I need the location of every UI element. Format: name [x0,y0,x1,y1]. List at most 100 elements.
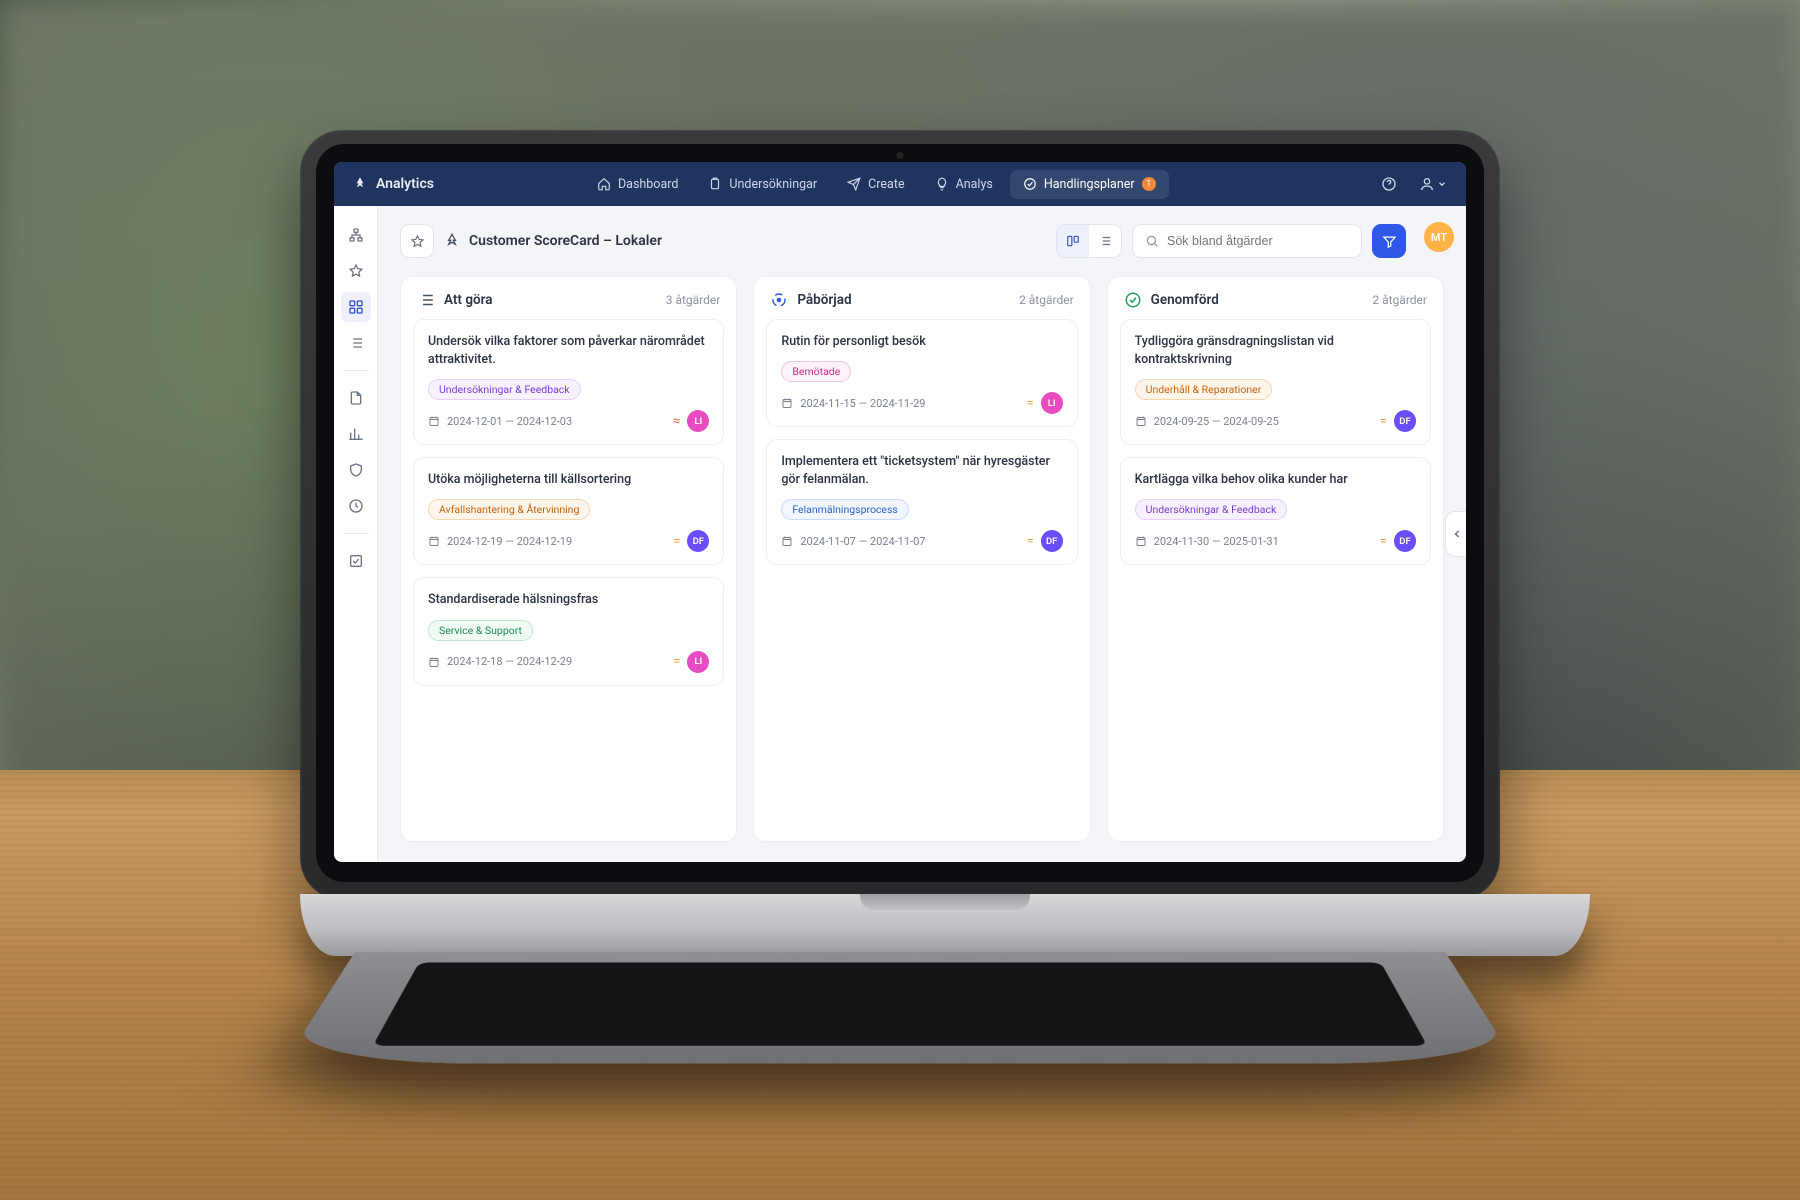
priority-icon: = [1380,415,1387,428]
account-menu[interactable] [1418,169,1448,199]
topbar-right [1374,169,1448,199]
card-tag: Avfallshantering & Återvinning [428,499,590,520]
search-input[interactable] [1167,234,1349,248]
board-column: Att göra3 åtgärderUndersök vilka faktore… [400,276,737,842]
task-card[interactable]: Implementera ett "ticketsystem" när hyre… [766,439,1077,565]
nav-badge: 1 [1142,177,1156,191]
column-count: 2 åtgärder [1019,293,1074,307]
view-toggle [1056,224,1122,258]
grid-icon [348,299,364,315]
task-card[interactable]: Standardiserade hälsningsfras Service & S… [413,577,724,685]
card-dates: 2024-11-30 — 2025-01-31 [1154,535,1279,548]
page-header: Customer ScoreCard – Lokaler [378,206,1466,270]
nav-label: Create [868,177,904,192]
priority-icon: ≈ [673,415,680,428]
rail-star[interactable] [341,256,371,286]
nav-label: Analys [956,177,993,192]
calendar-icon [1135,415,1147,427]
bar-chart-icon [348,426,364,442]
check-circle-icon [1023,177,1037,191]
priority-icon: = [1380,535,1387,548]
assignee-avatar: LI [687,651,709,673]
assignee-avatar: LI [1041,392,1063,414]
card-footer: 2024-11-30 — 2025-01-31 = DF [1135,530,1416,552]
nav-handlingsplaner[interactable]: Handlingsplaner 1 [1010,170,1169,199]
rail-org[interactable] [341,220,371,250]
rail-chart[interactable] [341,419,371,449]
rail-reports[interactable] [341,383,371,413]
card-footer: 2024-12-01 — 2024-12-03≈LI [428,410,709,432]
assignee-avatar: DF [687,530,709,552]
rail-list[interactable] [341,328,371,358]
checkbox-icon [348,553,364,569]
board-column: Genomförd2 åtgärderTydliggöra gränsdragn… [1107,276,1444,842]
task-card[interactable]: Rutin för personligt besökBemötade2024-1… [766,319,1077,427]
clipboard-icon [708,177,722,191]
rail-board[interactable] [341,292,371,322]
card-dates: 2024-11-15 — 2024-11-29 [800,397,925,410]
card-dates: 2024-09-25 — 2024-09-25 [1154,415,1279,428]
rail-clock[interactable] [341,491,371,521]
search-icon [1145,234,1159,248]
card-title: Implementera ett "ticketsystem" när hyre… [781,453,1062,489]
card-footer: 2024-11-15 — 2024-11-29=LI [781,392,1062,414]
view-board-button[interactable] [1057,225,1089,257]
avatar[interactable]: MT [1424,222,1454,252]
help-button[interactable] [1374,169,1404,199]
card-tag: Service & Support [428,620,533,641]
nav-analys[interactable]: Analys [922,170,1006,199]
column-header: Att göra3 åtgärder [401,277,736,319]
task-card[interactable]: Utöka möjligheterna till källsorteringAv… [413,457,724,565]
calendar-icon [1135,535,1147,547]
card-list: Rutin för personligt besökBemötade2024-1… [754,319,1089,579]
header-toolbar [1056,224,1444,258]
calendar-icon [428,415,440,427]
column-header: Påbörjad2 åtgärder [754,277,1089,319]
list-icon [348,335,364,351]
assignee-avatar: DF [1394,410,1416,432]
filter-icon [1382,234,1397,249]
progress-icon [770,291,788,309]
bulb-icon [935,177,949,191]
nav-label: Dashboard [618,177,678,192]
priority-icon: = [1027,535,1034,548]
help-icon [1381,176,1397,192]
search-box[interactable] [1132,224,1362,258]
document-icon [348,390,364,406]
sidebar [334,206,378,862]
view-list-button[interactable] [1089,225,1121,257]
assignee-avatar: DF [1041,530,1063,552]
calendar-icon [428,656,440,668]
task-card[interactable]: Undersök vilka faktorer som påverkar när… [413,319,724,445]
assignee-avatar: DF [1394,530,1416,552]
collapse-right-button[interactable] [1445,511,1466,557]
card-dates: 2024-12-01 — 2024-12-03 [447,415,572,428]
card-title: Rutin för personligt besök [781,333,1062,351]
done-icon [1124,291,1142,309]
home-icon [597,177,611,191]
column-count: 2 åtgärder [1372,293,1427,307]
filter-button[interactable] [1372,224,1406,258]
card-tag: Undersökningar & Feedback [428,379,581,400]
card-list: Tydliggöra gränsdragningslistan vid kont… [1108,319,1443,579]
board: Att göra3 åtgärderUndersök vilka faktore… [378,270,1466,862]
rail-shield[interactable] [341,455,371,485]
card-tag: Underhåll & Reparationer [1135,379,1273,400]
column-header: Genomförd2 åtgärder [1108,277,1443,319]
nav-create[interactable]: Create [834,170,917,199]
topbar: Analytics Dashboard Undersökningar [334,162,1466,206]
nav-label: Undersökningar [729,177,817,192]
favorite-button[interactable] [400,224,434,258]
task-card[interactable]: Kartlägga vilka behov olika kunder harUn… [1120,457,1431,565]
send-icon [847,177,861,191]
topnav: Dashboard Undersökningar Create Ana [584,170,1169,199]
brand-name: Analytics [376,176,434,192]
star-icon [348,263,364,279]
nav-label: Handlingsplaner [1044,177,1135,192]
card-title: Standardiserade hälsningsfras [428,591,709,609]
rail-checkbox[interactable] [341,546,371,576]
nav-dashboard[interactable]: Dashboard [584,170,691,199]
nav-surveys[interactable]: Undersökningar [695,170,830,199]
task-card[interactable]: Tydliggöra gränsdragningslistan vid kont… [1120,319,1431,445]
chevron-down-icon [1437,179,1447,189]
